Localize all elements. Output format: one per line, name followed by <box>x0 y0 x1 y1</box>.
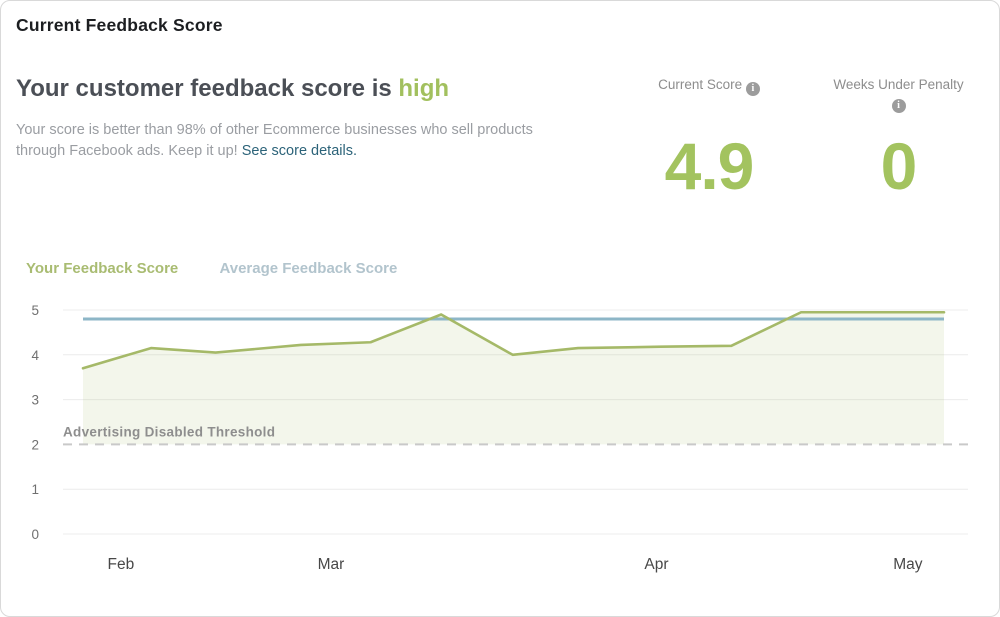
svg-text:5: 5 <box>31 303 39 318</box>
svg-text:1: 1 <box>31 482 39 497</box>
svg-text:4: 4 <box>31 348 39 363</box>
svg-text:0: 0 <box>31 527 39 542</box>
feedback-score-card: Current Feedback Score Your customer fee… <box>0 0 1000 617</box>
svg-text:Apr: Apr <box>644 556 668 573</box>
feedback-score-line-chart: 0 1 2 3 4 5 Advertising Disabled Threshold Feb M… <box>31 303 971 573</box>
svg-text:May: May <box>893 556 923 573</box>
svg-text:3: 3 <box>31 393 39 408</box>
svg-text:Advertising Disabled Threshold: Advertising Disabled Threshold <box>63 424 275 439</box>
svg-text:Feb: Feb <box>108 556 135 573</box>
svg-text:Mar: Mar <box>318 556 345 573</box>
svg-text:2: 2 <box>31 437 39 452</box>
